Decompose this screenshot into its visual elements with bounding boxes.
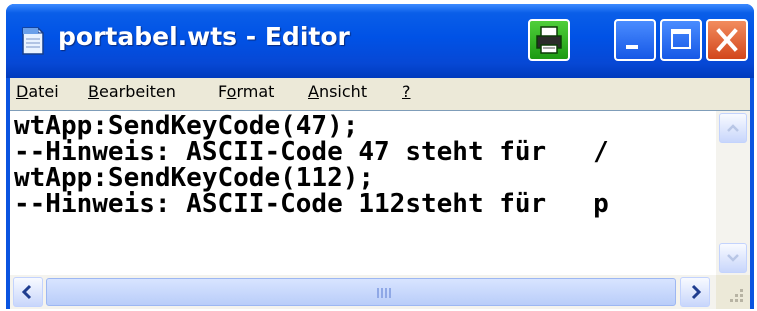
scroll-right-button[interactable] (680, 277, 710, 307)
menu-format[interactable]: Format (218, 82, 274, 101)
menu-bearbeiten[interactable]: Bearbeiten (88, 82, 176, 101)
maximize-icon (671, 29, 691, 49)
chevron-up-icon (727, 124, 739, 132)
menu-help[interactable]: ? (402, 82, 411, 101)
editor-line: wtApp:SendKeyCode(47); (14, 111, 359, 141)
close-button[interactable] (706, 19, 748, 61)
scroll-left-button[interactable] (13, 277, 43, 307)
horizontal-scrollbar[interactable] (10, 275, 716, 309)
grip-icon (377, 288, 391, 298)
close-icon (716, 28, 738, 52)
scroll-down-button[interactable] (719, 243, 747, 273)
title-bar[interactable]: portabel.wts - Editor (6, 4, 754, 78)
chevron-down-icon (727, 254, 739, 262)
chevron-right-icon (691, 284, 702, 300)
menu-datei[interactable]: Datei (16, 82, 59, 101)
scroll-thumb[interactable] (46, 278, 676, 306)
menu-bar: Datei Bearbeiten Format Ansicht ? (10, 78, 750, 110)
menu-ansicht[interactable]: Ansicht (308, 82, 367, 101)
notepad-icon[interactable] (20, 26, 46, 56)
resize-grip[interactable] (716, 275, 750, 309)
chevron-left-icon (21, 284, 32, 300)
client-area: Datei Bearbeiten Format Ansicht ? wtApp:… (10, 78, 750, 309)
maximize-button[interactable] (660, 19, 702, 61)
editor-line: --Hinweis: ASCII-Code 112steht für p (14, 189, 609, 219)
printer-icon (536, 26, 562, 54)
editor-line: --Hinweis: ASCII-Code 47 steht für / (14, 137, 609, 167)
vertical-scrollbar[interactable] (716, 111, 750, 275)
scroll-up-button[interactable] (719, 113, 747, 143)
text-editor[interactable]: wtApp:SendKeyCode(47); --Hinweis: ASCII-C… (10, 110, 750, 275)
minimize-button[interactable] (614, 19, 656, 61)
window-title: portabel.wts - Editor (58, 22, 350, 51)
editor-text[interactable]: wtApp:SendKeyCode(47); --Hinweis: ASCII-C… (14, 113, 609, 217)
editor-window: portabel.wts - Editor Datei Bearbeiten F… (6, 4, 754, 309)
minimize-icon (626, 45, 638, 49)
editor-line: wtApp:SendKeyCode(112); (14, 163, 375, 193)
resize-grip-icon (730, 289, 743, 302)
print-button[interactable] (528, 19, 570, 61)
